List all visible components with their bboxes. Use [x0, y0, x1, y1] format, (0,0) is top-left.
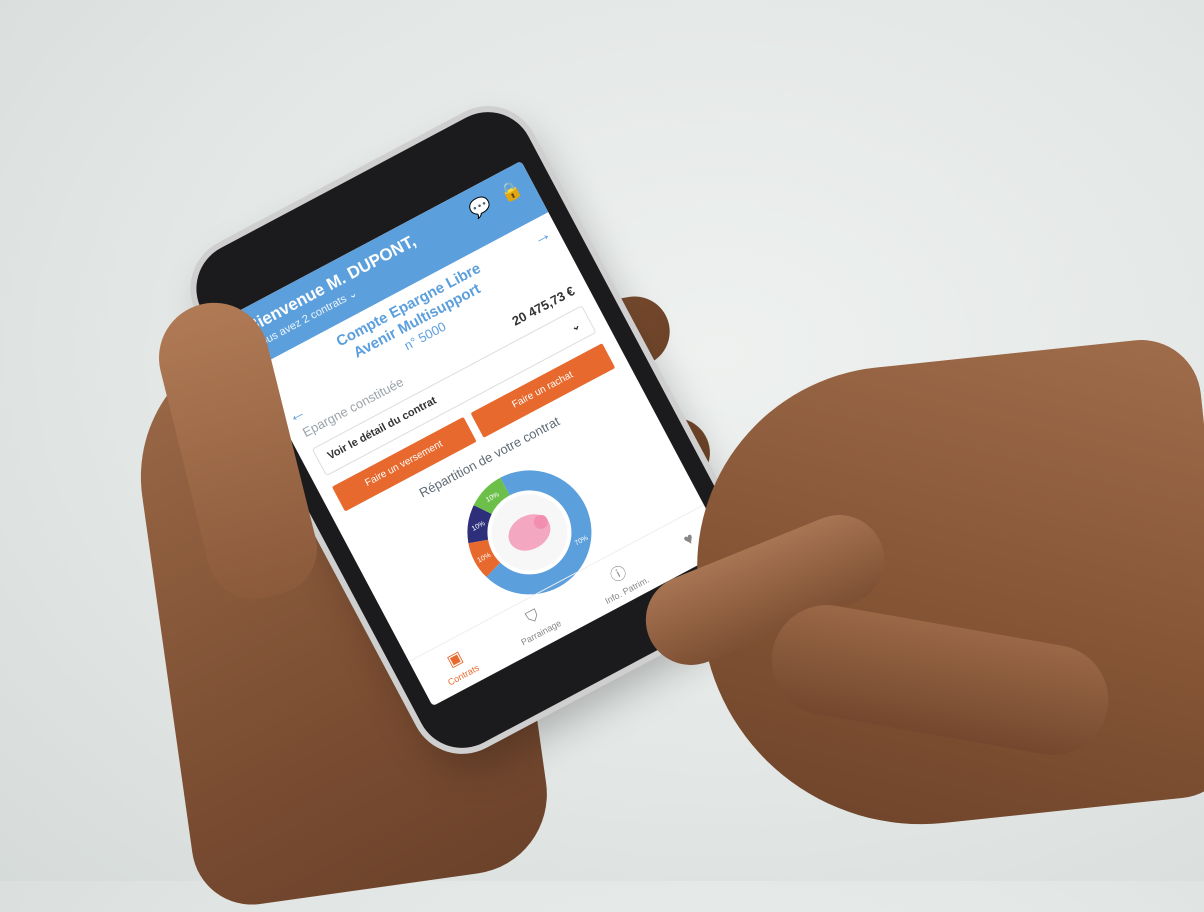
tab-referral[interactable]: ⛉ Parrainage	[509, 599, 563, 647]
chevron-down-icon: ⌄	[345, 287, 360, 303]
photo-scene: Bienvenue M. DUPONT, vous avez 2 contrat…	[0, 0, 1204, 912]
arrow-right-icon[interactable]: →	[529, 223, 555, 250]
tab-contracts[interactable]: ▣ Contrats	[435, 642, 480, 687]
contracts-icon: ▣	[444, 648, 466, 671]
tab-more[interactable]: ♥	[681, 530, 699, 553]
heart-icon: ♥	[680, 529, 698, 550]
shield-icon: ⛉	[523, 606, 542, 628]
chevron-down-icon: ⌄	[568, 319, 583, 335]
info-icon: ⓘ	[607, 563, 630, 586]
